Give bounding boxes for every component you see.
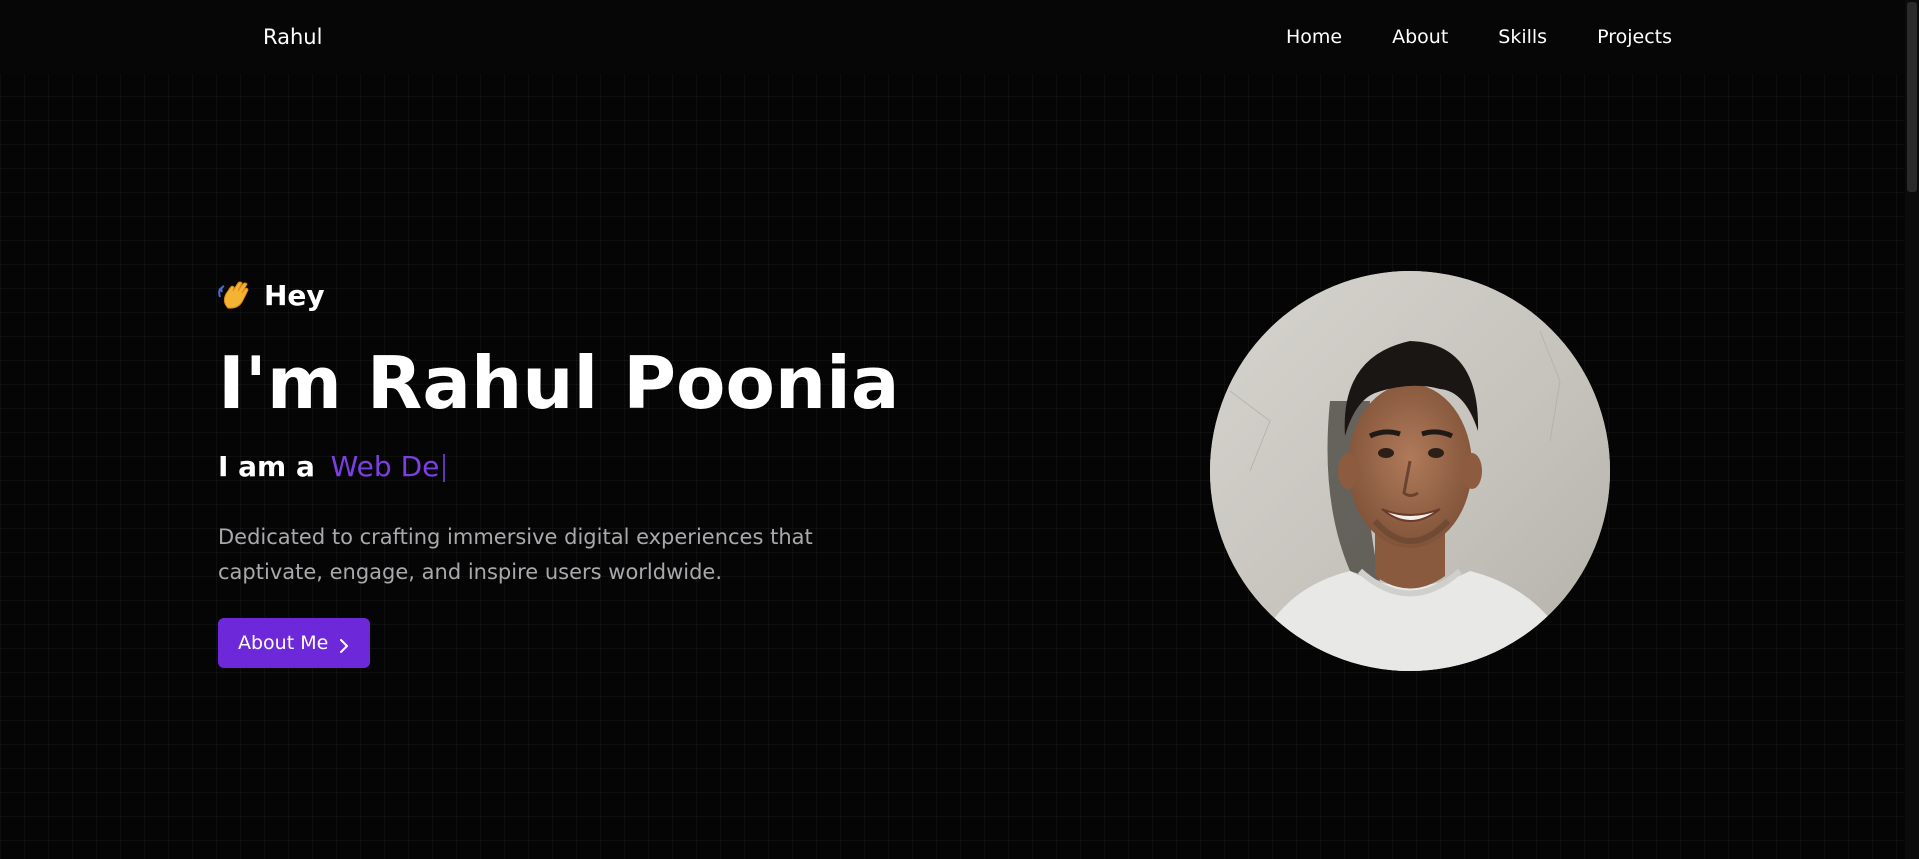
- profile-photo: [1210, 271, 1610, 671]
- scrollbar[interactable]: [1905, 0, 1919, 859]
- greeting-text: Hey: [264, 278, 325, 312]
- nav-link-skills[interactable]: Skills: [1498, 24, 1547, 50]
- nav-links: Home About Skills Projects: [1236, 24, 1672, 50]
- avatar: [1210, 271, 1610, 671]
- about-me-button[interactable]: About Me: [218, 618, 371, 668]
- nav-link-home[interactable]: Home: [1286, 24, 1342, 50]
- scrollbar-thumb[interactable]: [1907, 2, 1917, 192]
- nav-link-projects[interactable]: Projects: [1597, 24, 1672, 50]
- hero-section: Hey I'm Rahul Poonia I am a Web De Dedic…: [218, 270, 899, 668]
- brand-link[interactable]: Rahul: [263, 24, 322, 50]
- waving-hand-icon: [218, 278, 252, 312]
- role-line: I am a Web De: [218, 450, 446, 484]
- nav-link-about[interactable]: About: [1392, 24, 1448, 50]
- hero-title: I'm Rahul Poonia: [218, 341, 900, 425]
- hero-description: Dedicated to crafting immersive digital …: [218, 525, 813, 584]
- role-typed-text: Web De: [330, 450, 440, 483]
- page: Rahul Home About Skills Projects Hey I'm…: [0, 0, 1919, 859]
- about-me-button-label: About Me: [238, 632, 329, 654]
- role-prefix: I am a: [218, 450, 315, 483]
- typing-caret: [443, 454, 446, 482]
- chevron-right-icon: [338, 636, 350, 653]
- greeting: Hey: [218, 270, 858, 320]
- navbar: Rahul Home About Skills Projects: [0, 0, 1905, 74]
